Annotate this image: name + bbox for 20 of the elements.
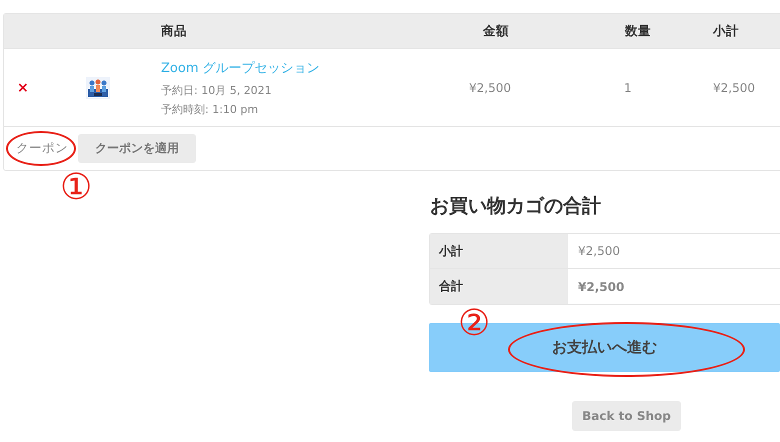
column-header: 金額 xyxy=(482,22,510,40)
cart-totals-title: お買い物カゴの合計 xyxy=(430,194,602,219)
column-header: 数量 xyxy=(624,22,652,40)
totals-value: ¥2,500 xyxy=(577,243,621,260)
column-header: 小計 xyxy=(712,22,740,40)
booking-detail: 予約日: 10月 5, 2021 xyxy=(161,82,273,98)
subtotal-cell-text: ¥2,500 xyxy=(712,80,756,94)
totals-value: ¥2,500 xyxy=(577,278,626,296)
price-cell-text: ¥2,500 xyxy=(468,80,512,94)
back-to-shop-button[interactable]: Back to Shop xyxy=(572,401,681,431)
product-link[interactable]: Zoom グループセッション xyxy=(161,58,466,76)
totals-label: 合計 xyxy=(430,269,568,304)
quantity-cell-text: 1 xyxy=(623,80,633,94)
step-marker: ① xyxy=(60,170,92,206)
coupon-label: クーポン xyxy=(15,140,69,157)
remove-icon[interactable]: × xyxy=(17,80,29,96)
totals-label: 小計 xyxy=(430,234,568,268)
apply-coupon-button[interactable]: クーポンを適用 xyxy=(78,134,196,163)
column-header: 商品 xyxy=(161,22,188,40)
booking-detail: 予約時刻: 1:10 pm xyxy=(161,102,260,116)
